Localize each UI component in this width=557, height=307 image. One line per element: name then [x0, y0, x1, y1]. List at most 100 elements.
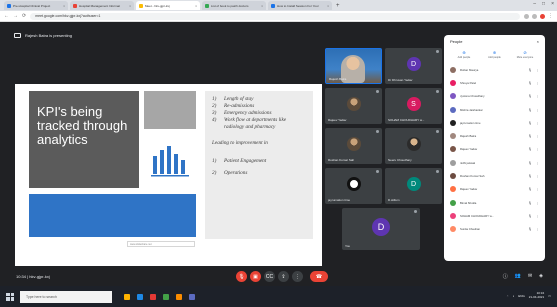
more-options-button[interactable]: ⋮: [292, 271, 303, 282]
tile-menu-icon[interactable]: [376, 170, 379, 173]
mic-icon[interactable]: 🎙: [528, 94, 532, 98]
volume-icon[interactable]: ◖: [512, 294, 514, 298]
close-icon[interactable]: ×: [537, 39, 539, 44]
more-vert-icon[interactable]: ⋮: [536, 68, 539, 72]
notifications-icon[interactable]: ▭: [548, 294, 551, 298]
participant-row[interactable]: Shreya Patel 🎙 ⋮: [450, 76, 539, 89]
windows-start-icon[interactable]: [6, 292, 14, 301]
participant-row[interactable]: Bimal Shukla 🎙 ⋮: [450, 196, 539, 209]
present-button[interactable]: ⇪: [278, 271, 289, 282]
extension-icon[interactable]: [532, 13, 537, 19]
participant-row[interactable]: Rajesh Batra 🎙 ⋮: [450, 129, 539, 142]
browser-tab[interactable]: Pre-Hospital Clinical Project ×: [4, 1, 68, 10]
teams-icon[interactable]: [189, 293, 195, 300]
more-vert-icon[interactable]: ⋮: [536, 161, 539, 165]
video-tile-presenter[interactable]: Rajesh Batra: [325, 48, 382, 84]
tile-menu-icon[interactable]: [436, 130, 439, 133]
new-tab-icon[interactable]: +: [336, 3, 340, 9]
video-tile[interactable]: S SOHAM CHOUDHARY w...: [385, 88, 442, 124]
video-tile[interactable]: D Dr Dhruvan Yadav: [385, 48, 442, 84]
close-icon[interactable]: ×: [261, 4, 263, 8]
mic-icon[interactable]: 🎙: [528, 161, 532, 165]
end-call-button[interactable]: ☎: [310, 271, 328, 282]
menu-icon[interactable]: ⋮: [548, 13, 553, 19]
mic-icon[interactable]: 🎙: [528, 214, 532, 218]
video-tile[interactable]: Roshan Kumar Sah: [325, 128, 382, 164]
participant-row[interactable]: Rohan Maurya 🎙 ⋮: [450, 63, 539, 76]
close-icon[interactable]: ×: [63, 4, 65, 8]
close-icon[interactable]: ×: [129, 4, 131, 8]
mic-icon[interactable]: 🎙: [528, 68, 532, 72]
extension-icon[interactable]: [524, 13, 529, 19]
participant-row[interactable]: SOHAM CHOUDHARY w... 🎙 ⋮: [450, 209, 539, 222]
more-vert-icon[interactable]: ⋮: [536, 214, 539, 218]
clock[interactable]: 10:34 21-04-2021: [529, 291, 544, 299]
tile-menu-icon[interactable]: [376, 130, 379, 133]
mic-icon[interactable]: 🎙: [528, 201, 532, 205]
people-icon[interactable]: 👥: [515, 273, 521, 280]
chat-icon[interactable]: ✉: [528, 273, 532, 280]
file-explorer-icon[interactable]: [124, 293, 130, 300]
more-vert-icon[interactable]: ⋮: [536, 134, 539, 138]
back-icon[interactable]: ←: [4, 13, 9, 19]
minimize-icon[interactable]: –: [533, 1, 536, 7]
activities-icon[interactable]: ◈: [539, 273, 543, 280]
more-vert-icon[interactable]: ⋮: [536, 147, 539, 151]
participant-row[interactable]: jayrumation time 🎙 ⋮: [450, 116, 539, 129]
participant-row[interactable]: Jyotsna Chowdhary 🎙 ⋮: [450, 90, 539, 103]
mic-icon[interactable]: 🎙: [528, 227, 532, 231]
browser-tab-active[interactable]: Meet - hkv-gjpr-kxj ×: [136, 1, 200, 10]
mic-icon[interactable]: 🎙: [528, 187, 532, 191]
video-tile-self[interactable]: D You: [342, 208, 420, 250]
more-vert-icon[interactable]: ⋮: [536, 227, 539, 231]
browser-tab[interactable]: List of book to patch doctors ×: [202, 1, 266, 10]
participant-row[interactable]: Mishra Jaishankar 🎙 ⋮: [450, 103, 539, 116]
tile-menu-icon[interactable]: [436, 50, 439, 53]
maximize-icon[interactable]: □: [542, 1, 545, 7]
mic-icon[interactable]: 🎙: [528, 108, 532, 112]
add-people-button[interactable]: ⊕ Add people: [450, 50, 478, 59]
captions-button[interactable]: CC: [264, 271, 275, 282]
powerpoint-icon[interactable]: [176, 293, 182, 300]
office-icon[interactable]: [150, 293, 156, 300]
participant-row[interactable]: nidhi jaiswal 🎙 ⋮: [450, 156, 539, 169]
more-vert-icon[interactable]: ⋮: [536, 201, 539, 205]
close-icon[interactable]: ×: [195, 4, 197, 8]
mic-off-button[interactable]: 🎙: [236, 271, 247, 282]
camera-off-button[interactable]: ▣: [250, 271, 261, 282]
more-vert-icon[interactable]: ⋮: [536, 108, 539, 112]
mic-icon[interactable]: 🎙: [528, 134, 532, 138]
info-icon[interactable]: ⓘ: [503, 273, 508, 280]
tile-menu-icon[interactable]: [436, 170, 439, 173]
mic-icon[interactable]: 🎙: [528, 81, 532, 85]
network-icon[interactable]: ◔: [507, 294, 509, 298]
tile-menu-icon[interactable]: [436, 90, 439, 93]
url-field[interactable]: meet.google.com/hkv-gjpr-kxj?authuser=1: [30, 12, 520, 20]
mic-icon[interactable]: 🎙: [528, 174, 532, 178]
reload-icon[interactable]: ⟳: [22, 13, 26, 19]
browser-tab[interactable]: How to Install Session For Your ×: [268, 1, 332, 10]
mic-icon[interactable]: 🎙: [528, 121, 532, 125]
more-vert-icon[interactable]: ⋮: [536, 81, 539, 85]
more-vert-icon[interactable]: ⋮: [536, 121, 539, 125]
language-indicator[interactable]: ENG: [518, 294, 525, 298]
tile-menu-icon[interactable]: [414, 210, 417, 213]
close-icon[interactable]: ×: [327, 4, 329, 8]
browser-tab[interactable]: Hospital Management Informat ×: [70, 1, 134, 10]
participant-row[interactable]: Rajeev Yadav 🎙 ⋮: [450, 183, 539, 196]
taskbar-search-input[interactable]: Type here to search: [20, 290, 112, 303]
tile-menu-icon[interactable]: [376, 90, 379, 93]
participant-row[interactable]: Sunita Chauhan 🎙 ⋮: [450, 223, 539, 236]
participant-row[interactable]: Roshan Kumar Sah 🎙 ⋮: [450, 169, 539, 182]
edge-icon[interactable]: [137, 293, 143, 300]
add-people-button[interactable]: ⊕ Add people: [481, 50, 509, 59]
video-tile[interactable]: jayrumation time: [325, 168, 382, 204]
more-vert-icon[interactable]: ⋮: [536, 187, 539, 191]
close-window-icon[interactable]: ×: [551, 1, 554, 7]
participant-row[interactable]: Rajeev Yadav 🎙 ⋮: [450, 143, 539, 156]
mute-everyone-button[interactable]: ⊘ Mute everyone: [511, 50, 539, 59]
mic-icon[interactable]: 🎙: [528, 147, 532, 151]
video-tile[interactable]: Rajeev Yadav: [325, 88, 382, 124]
video-tile[interactable]: Neeru Choudhary: [385, 128, 442, 164]
profile-avatar-icon[interactable]: [540, 13, 545, 19]
